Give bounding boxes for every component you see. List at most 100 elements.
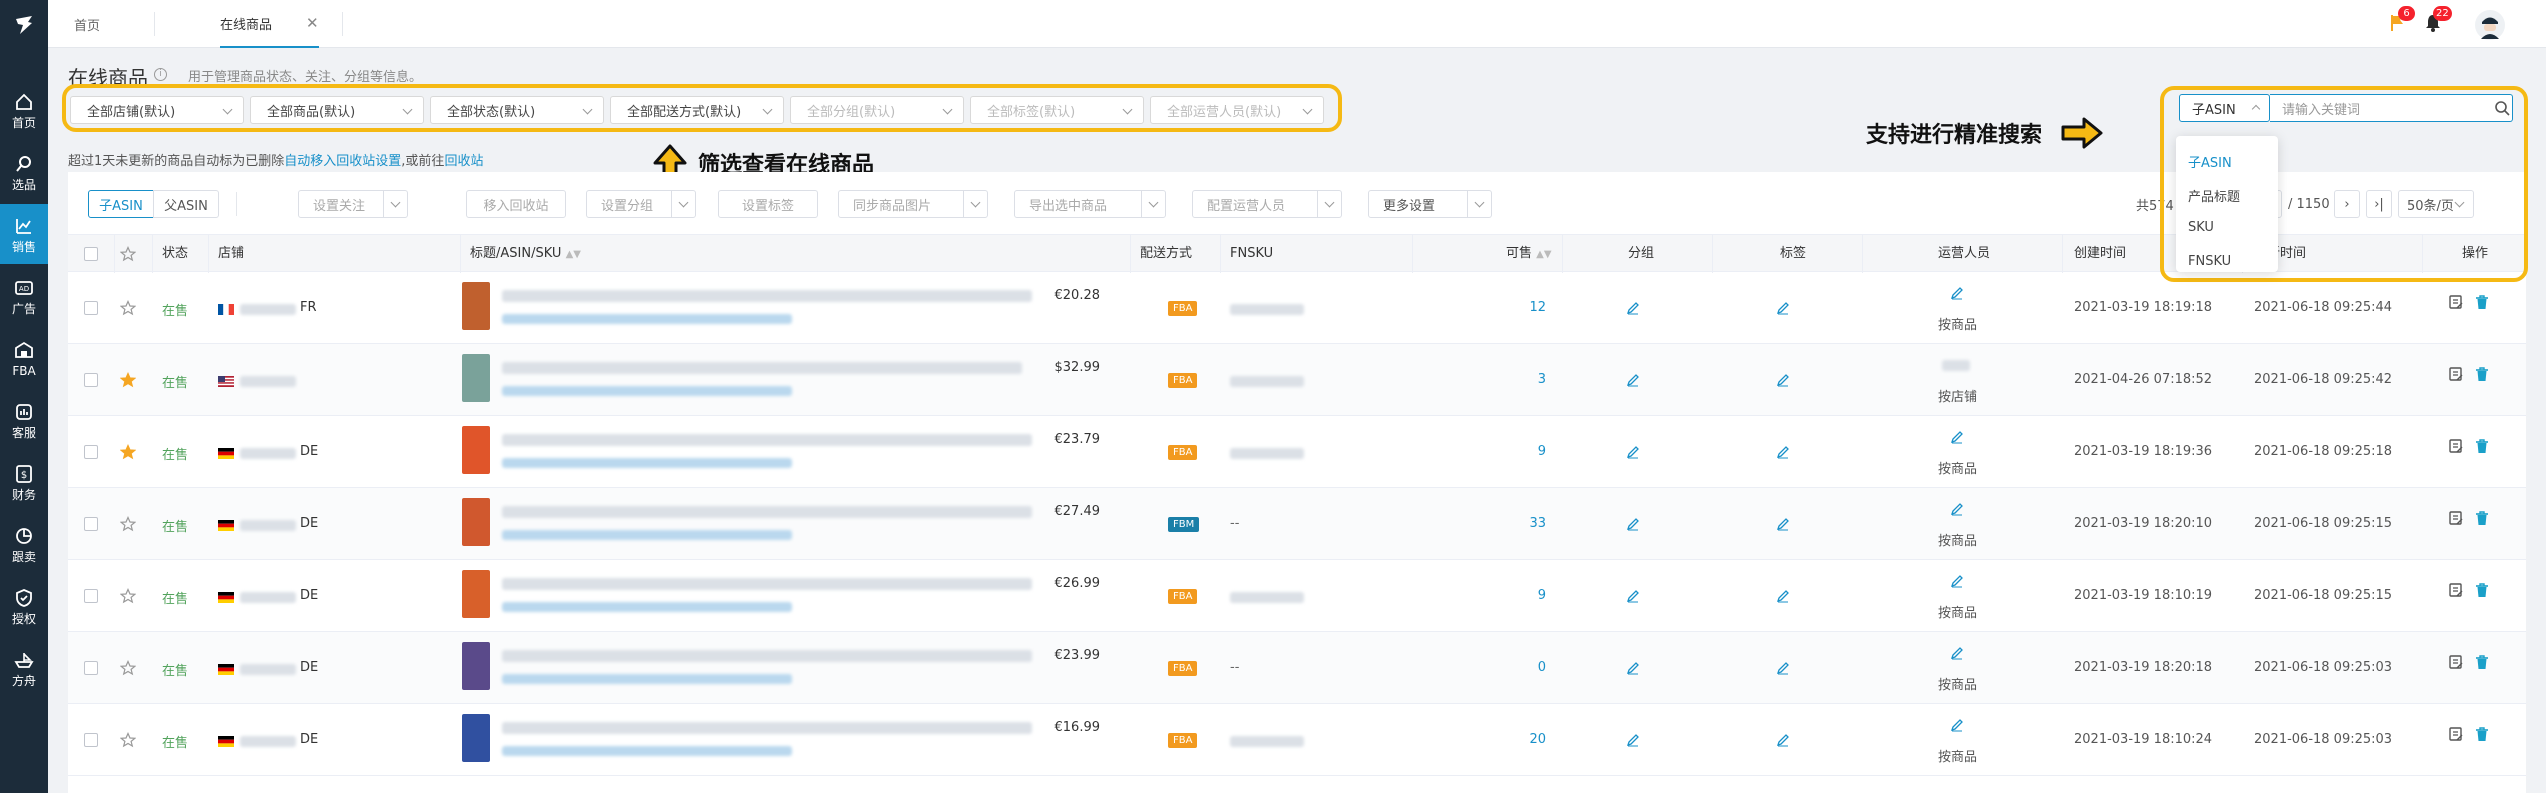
note-icon[interactable] (2448, 438, 2464, 454)
row-checkbox[interactable] (84, 733, 98, 747)
delete-icon[interactable] (2474, 366, 2490, 382)
toolbar-button-0[interactable]: 设置关注 (298, 190, 408, 218)
sold-count[interactable]: 9 (1538, 444, 1546, 459)
col-sold[interactable]: 可售 ▲▼ (1506, 235, 1552, 273)
sidebar-item-3[interactable]: AD 广告 (0, 266, 48, 326)
sidebar-item-8[interactable]: 授权 (0, 576, 48, 636)
row-checkbox[interactable] (84, 373, 98, 387)
sidebar-item-1[interactable]: 选品 (0, 142, 48, 202)
sidebar-item-5[interactable]: 客服 (0, 390, 48, 450)
product-thumbnail[interactable] (462, 426, 490, 474)
tab-home[interactable]: 首页 (74, 0, 100, 48)
asin-sku-redacted[interactable] (502, 386, 792, 396)
sold-count[interactable]: 12 (1529, 300, 1546, 315)
filter-select-5[interactable]: 全部标签(默认) (970, 96, 1144, 124)
product-thumbnail[interactable] (462, 570, 490, 618)
asin-sku-redacted[interactable] (502, 746, 792, 756)
star-icon[interactable] (120, 732, 136, 748)
edit-group-icon[interactable] (1626, 589, 1640, 603)
delete-icon[interactable] (2474, 438, 2490, 454)
note-icon[interactable] (2448, 294, 2464, 310)
delete-icon[interactable] (2474, 510, 2490, 526)
note-icon[interactable] (2448, 726, 2464, 742)
asin-sku-redacted[interactable] (502, 530, 792, 540)
toolbar-button-1[interactable]: 移入回收站 (466, 190, 566, 218)
edit-operator-icon[interactable] (1950, 286, 1964, 300)
edit-operator-icon[interactable] (1950, 718, 1964, 732)
edit-tag-icon[interactable] (1776, 373, 1790, 387)
delete-icon[interactable] (2474, 582, 2490, 598)
filter-select-4[interactable]: 全部分组(默认) (790, 96, 964, 124)
asin-sku-redacted[interactable] (502, 674, 792, 684)
product-thumbnail[interactable] (462, 282, 490, 330)
filter-select-0[interactable]: 全部店铺(默认) (70, 96, 244, 124)
filter-select-2[interactable]: 全部状态(默认) (430, 96, 604, 124)
edit-group-icon[interactable] (1626, 301, 1640, 315)
note-icon[interactable] (2448, 366, 2464, 382)
note-icon[interactable] (2448, 654, 2464, 670)
delete-icon[interactable] (2474, 726, 2490, 742)
sidebar-item-2[interactable]: 销售 (0, 204, 48, 264)
row-checkbox[interactable] (84, 661, 98, 675)
info-icon[interactable]: i (154, 68, 167, 81)
flag-icon[interactable]: 6 (2388, 6, 2415, 33)
search-option-fnsku[interactable]: FNSKU (2188, 254, 2231, 269)
sold-count[interactable]: 33 (1529, 516, 1546, 531)
edit-group-icon[interactable] (1626, 445, 1640, 459)
edit-group-icon[interactable] (1626, 373, 1640, 387)
search-option-sku[interactable]: SKU (2188, 220, 2214, 235)
bell-icon[interactable]: 22 (2423, 6, 2452, 33)
row-checkbox[interactable] (84, 589, 98, 603)
table-row[interactable]: 在售 DE €23.99 FBA -- 0 按商品 2021-03-19 18:20:18 20… (68, 632, 2526, 704)
table-row[interactable]: 在售 $32.99 FBA 3 按店铺 2021-04-26 07:18:52 2021-0… (68, 344, 2526, 416)
sold-count[interactable]: 9 (1538, 588, 1546, 603)
toolbar-button-2[interactable]: 设置分组 (586, 190, 696, 218)
star-icon[interactable] (120, 444, 136, 460)
row-checkbox[interactable] (84, 301, 98, 315)
edit-tag-icon[interactable] (1776, 661, 1790, 675)
sidebar-item-7[interactable]: 跟卖 (0, 514, 48, 574)
product-title-redacted[interactable] (502, 578, 1032, 590)
star-icon[interactable] (120, 300, 136, 316)
sold-count[interactable]: 3 (1538, 372, 1546, 387)
edit-tag-icon[interactable] (1776, 445, 1790, 459)
star-icon[interactable] (120, 372, 136, 388)
filter-select-1[interactable]: 全部商品(默认) (250, 96, 424, 124)
row-checkbox[interactable] (84, 445, 98, 459)
edit-operator-icon[interactable] (1950, 502, 1964, 516)
product-thumbnail[interactable] (462, 498, 490, 546)
edit-operator-icon[interactable] (1950, 574, 1964, 588)
search-icon[interactable] (2494, 100, 2510, 116)
table-row[interactable]: 在售 DE €23.79 FBA 9 按商品 2021-03-19 18:19:36 2021… (68, 416, 2526, 488)
asin-sku-redacted[interactable] (502, 458, 792, 468)
table-row[interactable]: 在售 DE €16.99 FBA 20 按商品 2021-03-19 18:10:24 202… (68, 704, 2526, 776)
toolbar-button-5[interactable]: 导出选中商品 (1014, 190, 1166, 218)
note-icon[interactable] (2448, 510, 2464, 526)
sidebar-item-9[interactable]: 方舟 (0, 638, 48, 698)
product-thumbnail[interactable] (462, 642, 490, 690)
sidebar-item-4[interactable]: FBA (0, 328, 48, 388)
table-row[interactable]: 在售 DE €26.99 FBA 9 按商品 2021-03-19 18:10:19 2021… (68, 560, 2526, 632)
search-option-child-asin[interactable]: 子ASIN (2188, 152, 2232, 171)
star-icon[interactable] (120, 660, 136, 676)
toolbar-button-6[interactable]: 配置运营人员 (1192, 190, 1342, 218)
table-row[interactable]: 在售 FR €20.28 FBA 12 按商品 2021-03-19 18:19:18 202… (68, 272, 2526, 344)
sold-count[interactable]: 20 (1529, 732, 1546, 747)
sold-count[interactable]: 0 (1538, 660, 1546, 675)
search-input[interactable]: 请输入关键词 (2270, 94, 2513, 122)
asin-sku-redacted[interactable] (502, 314, 792, 324)
filter-select-3[interactable]: 全部配送方式(默认) (610, 96, 784, 124)
edit-operator-icon[interactable] (1950, 646, 1964, 660)
parent-asin-toggle[interactable]: 父ASIN (153, 190, 219, 218)
auto-recycle-setting-link[interactable]: 自动移入回收站设置 (284, 154, 401, 169)
child-asin-toggle[interactable]: 子ASIN (88, 190, 154, 218)
asin-sku-redacted[interactable] (502, 602, 792, 612)
star-icon[interactable] (120, 588, 136, 604)
sidebar-item-0[interactable]: 首页 (0, 80, 48, 140)
edit-group-icon[interactable] (1626, 517, 1640, 531)
col-title[interactable]: 标题/ASIN/SKU ▲▼ (470, 235, 581, 273)
edit-tag-icon[interactable] (1776, 301, 1790, 315)
product-title-redacted[interactable] (502, 722, 1032, 734)
avatar[interactable] (2474, 9, 2506, 41)
star-icon[interactable] (120, 516, 136, 532)
